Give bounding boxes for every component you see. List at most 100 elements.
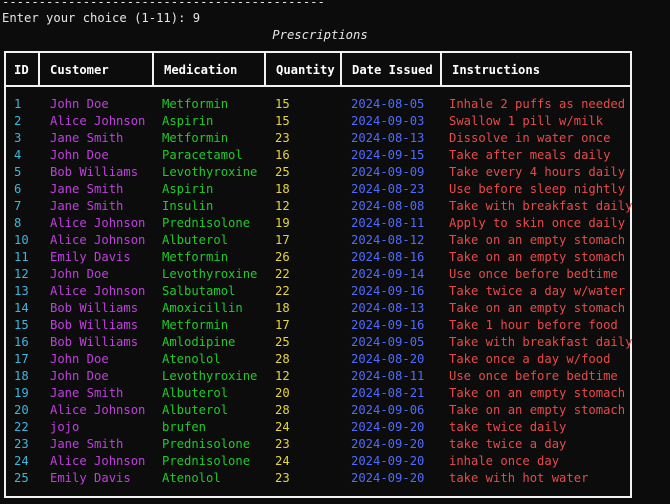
cell-id: 20: [14, 403, 29, 417]
cell-instructions: take with hot water: [449, 471, 589, 485]
table-row: 16 Bob Williams Amlodipine 25 2024-09-05 Take…: [6, 334, 632, 351]
cell-medication: Albuterol: [162, 386, 229, 400]
cell-id: 7: [14, 199, 22, 213]
cell-id: 12: [14, 267, 29, 281]
cell-customer: jojo: [50, 420, 80, 434]
cell-instructions: Take on an empty stomach: [449, 250, 626, 264]
cell-quantity: 20: [275, 386, 290, 400]
column-divider: [440, 53, 442, 85]
cell-instructions: Take on an empty stomach: [449, 233, 626, 247]
cell-id: 8: [14, 216, 22, 230]
table-row: 15 Bob Williams Metformin 17 2024-09-16 Take …: [6, 317, 630, 334]
cell-date-issued: 2024-08-20: [351, 352, 425, 366]
table-row: 1 John Doe Metformin 15 2024-08-05 Inhale 2 p…: [6, 96, 630, 113]
cell-instructions: Take with breakfast daily: [449, 199, 633, 213]
table-row: 14 Bob Williams Amoxicillin 18 2024-08-13 Tak…: [6, 300, 630, 317]
cell-customer: Jane Smith: [50, 437, 124, 451]
cell-quantity: 25: [275, 335, 290, 349]
cell-instructions: Take on an empty stomach: [449, 301, 626, 315]
cell-id: 13: [14, 284, 29, 298]
cell-quantity: 17: [275, 233, 290, 247]
cell-medication: Amlodipine: [162, 335, 236, 349]
terminal-window[interactable]: ----------------------------------------…: [0, 0, 670, 504]
cell-quantity: 26: [275, 250, 290, 264]
cell-customer: Jane Smith: [50, 199, 124, 213]
table-row: 19 Jane Smith Albuterol 20 2024-08-21 Take on…: [6, 385, 630, 402]
cell-quantity: 28: [275, 352, 290, 366]
cell-date-issued: 2024-09-16: [351, 318, 425, 332]
cell-medication: Metformin: [162, 250, 229, 264]
cell-date-issued: 2024-08-11: [351, 216, 425, 230]
cell-instructions: Use before sleep nightly: [449, 182, 626, 196]
cell-date-issued: 2024-09-20: [351, 454, 425, 468]
header-quantity: Quantity: [276, 63, 335, 77]
header-medication: Medication: [164, 63, 238, 77]
table-title: Prescriptions: [272, 28, 368, 42]
cell-date-issued: 2024-09-03: [351, 114, 425, 128]
cell-medication: Atenolol: [162, 471, 221, 485]
cell-id: 14: [14, 301, 29, 315]
cell-id: 4: [14, 148, 22, 162]
cell-medication: Amoxicillin: [162, 301, 243, 315]
cell-customer: Alice Johnson: [50, 216, 146, 230]
cell-quantity: 12: [275, 369, 290, 383]
cell-date-issued: 2024-08-16: [351, 250, 425, 264]
cell-customer: John Doe: [50, 148, 109, 162]
table-row: 12 John Doe Levothyroxine 22 2024-09-14 Use o…: [6, 266, 630, 283]
cell-quantity: 22: [275, 267, 290, 281]
cell-quantity: 23: [275, 471, 290, 485]
table-row: 13 Alice Johnson Salbutamol 22 2024-09-16 Tak…: [6, 283, 630, 300]
cell-date-issued: 2024-09-20: [351, 471, 425, 485]
cell-medication: Albuterol: [162, 403, 229, 417]
cell-medication: Prednisolone: [162, 437, 251, 451]
cell-medication: Paracetamol: [162, 148, 243, 162]
cell-medication: Prednisolone: [162, 454, 251, 468]
cell-id: 19: [14, 386, 29, 400]
cell-instructions: take twice daily: [449, 420, 567, 434]
table-row: 8 Alice Johnson Prednisolone 19 2024-08-11 Ap…: [6, 215, 630, 232]
cell-instructions: Use once before bedtime: [449, 369, 618, 383]
cell-instructions: Inhale 2 puffs as needed: [449, 97, 626, 111]
table-row: 20 Alice Johnson Albuterol 28 2024-09-06 Take…: [6, 402, 630, 419]
cell-date-issued: 2024-09-05: [351, 335, 425, 349]
cell-quantity: 24: [275, 420, 290, 434]
cell-instructions: Take twice a day w/water: [449, 284, 626, 298]
cell-customer: John Doe: [50, 267, 109, 281]
cell-quantity: 25: [275, 165, 290, 179]
cell-id: 15: [14, 318, 29, 332]
cell-instructions: inhale once day: [449, 454, 560, 468]
cell-date-issued: 2024-09-15: [351, 148, 425, 162]
cell-customer: Bob Williams: [50, 165, 139, 179]
table-row: 5 Bob Williams Levothyroxine 25 2024-09-09 Ta…: [6, 164, 630, 181]
cell-date-issued: 2024-08-12: [351, 233, 425, 247]
cell-instructions: Take on an empty stomach: [449, 403, 626, 417]
cell-customer: Alice Johnson: [50, 114, 146, 128]
cell-medication: Levothyroxine: [162, 165, 258, 179]
cell-instructions: Swallow 1 pill w/milk: [449, 114, 604, 128]
cell-instructions: Take on an empty stomach: [449, 386, 626, 400]
cell-id: 6: [14, 182, 22, 196]
cell-id: 3: [14, 131, 22, 145]
cell-id: 22: [14, 420, 29, 434]
cell-date-issued: 2024-09-16: [351, 284, 425, 298]
table-row: 2 Alice Johnson Aspirin 15 2024-09-03 Swallow…: [6, 113, 630, 130]
cell-customer: Jane Smith: [50, 182, 124, 196]
table-row: 10 Alice Johnson Albuterol 17 2024-08-12 Take…: [6, 232, 630, 249]
table-row: 18 John Doe Levothyroxine 12 2024-08-11 Use o…: [6, 368, 630, 385]
cell-quantity: 12: [275, 199, 290, 213]
cell-quantity: 17: [275, 318, 290, 332]
cell-date-issued: 2024-09-20: [351, 420, 425, 434]
cell-medication: Insulin: [162, 199, 214, 213]
cell-customer: Emily Davis: [50, 250, 131, 264]
column-divider: [38, 53, 40, 85]
column-divider: [264, 53, 266, 85]
cell-instructions: Take after meals daily: [449, 148, 611, 162]
cell-quantity: 15: [275, 114, 290, 128]
cell-customer: Bob Williams: [50, 318, 139, 332]
cell-id: 11: [14, 250, 29, 264]
table-row: 11 Emily Davis Metformin 26 2024-08-16 Take o…: [6, 249, 630, 266]
table-row: 17 John Doe Atenolol 28 2024-08-20 Take once …: [6, 351, 630, 368]
cell-date-issued: 2024-09-09: [351, 165, 425, 179]
cell-date-issued: 2024-08-23: [351, 182, 425, 196]
cell-quantity: 23: [275, 131, 290, 145]
